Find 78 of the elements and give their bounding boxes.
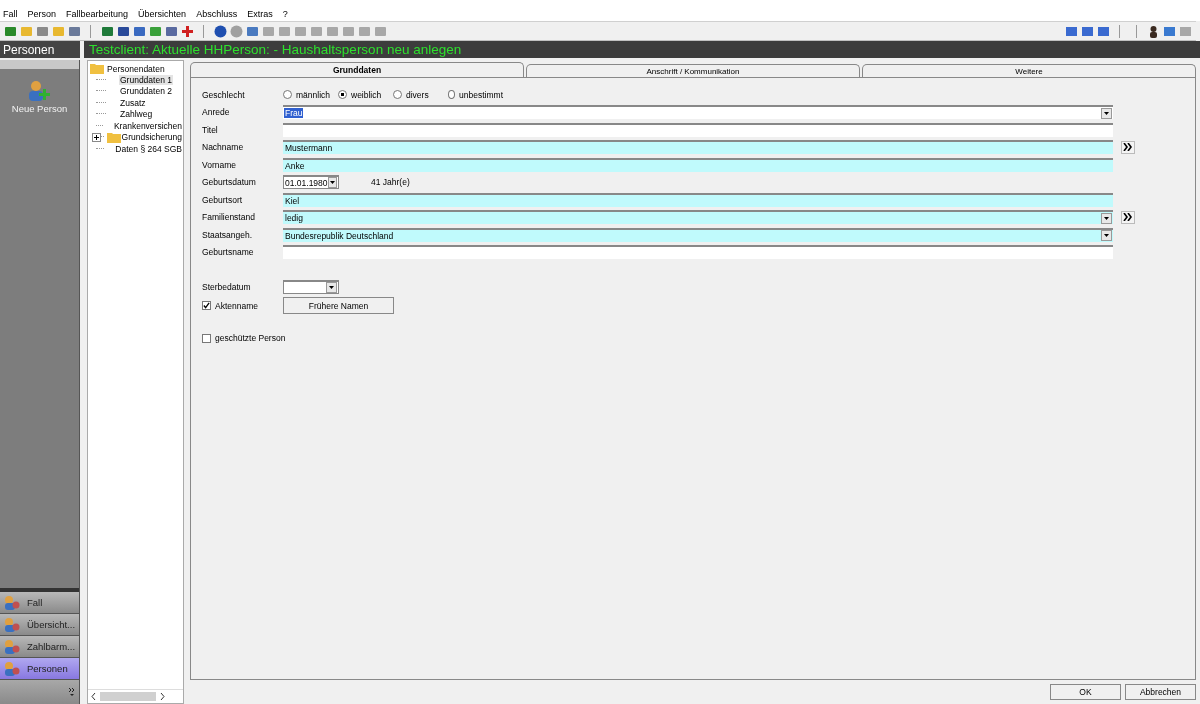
field-label: Staatsangeh. <box>202 229 254 240</box>
field-label: Geburtsdatum <box>202 177 257 188</box>
tree-item[interactable]: Krankenversichen <box>112 120 183 131</box>
more-button[interactable] <box>1121 140 1135 154</box>
menu-item[interactable]: Fallbearbeitung <box>66 9 129 19</box>
radio-button[interactable]: männlich <box>283 89 338 100</box>
tree-item[interactable]: Personendaten <box>106 63 166 74</box>
expand-icon[interactable] <box>91 132 101 142</box>
dropdown-field[interactable]: ledig <box>283 210 1113 225</box>
ok-button[interactable]: OK <box>1050 684 1121 700</box>
dropdown-arrow-icon[interactable] <box>1104 234 1109 238</box>
people-icon <box>3 616 21 633</box>
navigation-item[interactable]: Übersicht... <box>0 614 79 636</box>
dropdown-arrow-icon[interactable] <box>1104 111 1109 115</box>
tab[interactable]: Anschrift / Kommunikation <box>526 64 860 77</box>
menu-item[interactable]: Fall <box>3 9 18 19</box>
cancel-button[interactable]: Abbrechen <box>1125 684 1196 700</box>
field-label: Vorname <box>202 159 238 170</box>
tree-item[interactable]: Zusatz <box>119 97 147 108</box>
radio-button[interactable]: divers <box>393 89 448 100</box>
field-label: Anrede <box>202 107 231 118</box>
people-icon <box>3 660 21 677</box>
toolbar-icon[interactable] <box>117 24 130 38</box>
scroll-left-icon[interactable] <box>91 693 96 700</box>
field-label: Geburtsort <box>202 194 244 205</box>
folder-icon <box>90 63 104 74</box>
input-field[interactable]: Mustermann <box>283 140 1113 155</box>
field-label: Nachname <box>202 142 245 153</box>
tree-item[interactable]: Grunddaten 1 <box>119 74 173 85</box>
input-field[interactable] <box>283 122 1113 137</box>
navigation-item[interactable]: Personen <box>0 658 79 680</box>
tree-item[interactable]: Zahlweg <box>119 109 154 120</box>
navigation-item[interactable]: Zahlbarm... <box>0 636 79 658</box>
input-field[interactable]: Kiel <box>283 192 1113 207</box>
date-field[interactable] <box>283 279 339 294</box>
dropdown-arrow-icon[interactable] <box>329 181 335 185</box>
input-field[interactable] <box>283 245 1113 260</box>
input-field[interactable]: Anke <box>283 157 1113 172</box>
new-person-button[interactable]: Neue Person <box>11 69 68 114</box>
radio-button[interactable]: weiblich <box>338 89 393 100</box>
dropdown-arrow-icon[interactable] <box>329 285 334 289</box>
tree-item[interactable]: Grunddaten 2 <box>119 86 173 97</box>
field-label: Geburtsname <box>202 247 255 258</box>
menu-item[interactable]: Abschluss <box>196 9 238 19</box>
toolbar-icon[interactable] <box>1147 24 1160 38</box>
more-button[interactable] <box>1121 210 1135 224</box>
menu-item[interactable]: Extras <box>247 9 273 19</box>
previous-names-button[interactable]: Frühere Namen <box>283 297 394 314</box>
checkbox[interactable]: Aktenname <box>202 300 283 311</box>
tree-item[interactable]: Grundsicherung <box>120 132 183 143</box>
page-title: Testclient: Aktuelle HHPerson: - Haushaltsperson neu anlegen <box>84 41 1200 58</box>
field-label: Sterbedatum <box>202 281 252 292</box>
tab[interactable]: Grunddaten <box>190 62 524 77</box>
navigation-item[interactable]: Fall <box>0 592 79 614</box>
people-icon <box>3 594 21 611</box>
field-label: Familienstand <box>202 212 256 223</box>
scroll-right-icon[interactable] <box>160 693 165 700</box>
menu-item[interactable]: Person <box>27 9 57 19</box>
date-field[interactable]: 01.01.1980 <box>283 175 339 190</box>
menu-item[interactable]: ? <box>282 9 288 19</box>
people-icon <box>3 638 21 655</box>
tab[interactable]: Weitere <box>862 64 1196 77</box>
section-title: Personen <box>0 41 80 58</box>
folder-icon <box>106 131 121 143</box>
menu-item[interactable]: Übersichten <box>138 9 187 19</box>
radio-button[interactable]: unbestimmt <box>448 89 503 100</box>
toolbar-icon[interactable] <box>214 24 227 38</box>
field-label: Geschlecht <box>202 89 246 100</box>
dropdown-field[interactable]: Bundesrepublik Deutschland <box>283 227 1113 242</box>
checkbox[interactable]: geschützte Person <box>202 333 286 344</box>
dropdown-field[interactable]: Frau <box>283 105 1113 120</box>
tree-item[interactable]: Daten § 264 SGB <box>114 143 183 154</box>
horizontal-scrollbar[interactable] <box>88 689 183 703</box>
age-text: 41 Jahr(e) <box>371 177 410 188</box>
add-person-icon <box>26 79 53 103</box>
field-label: Titel <box>202 124 219 135</box>
dropdown-arrow-icon[interactable] <box>1104 216 1109 220</box>
chevron-icon[interactable] <box>69 687 75 697</box>
